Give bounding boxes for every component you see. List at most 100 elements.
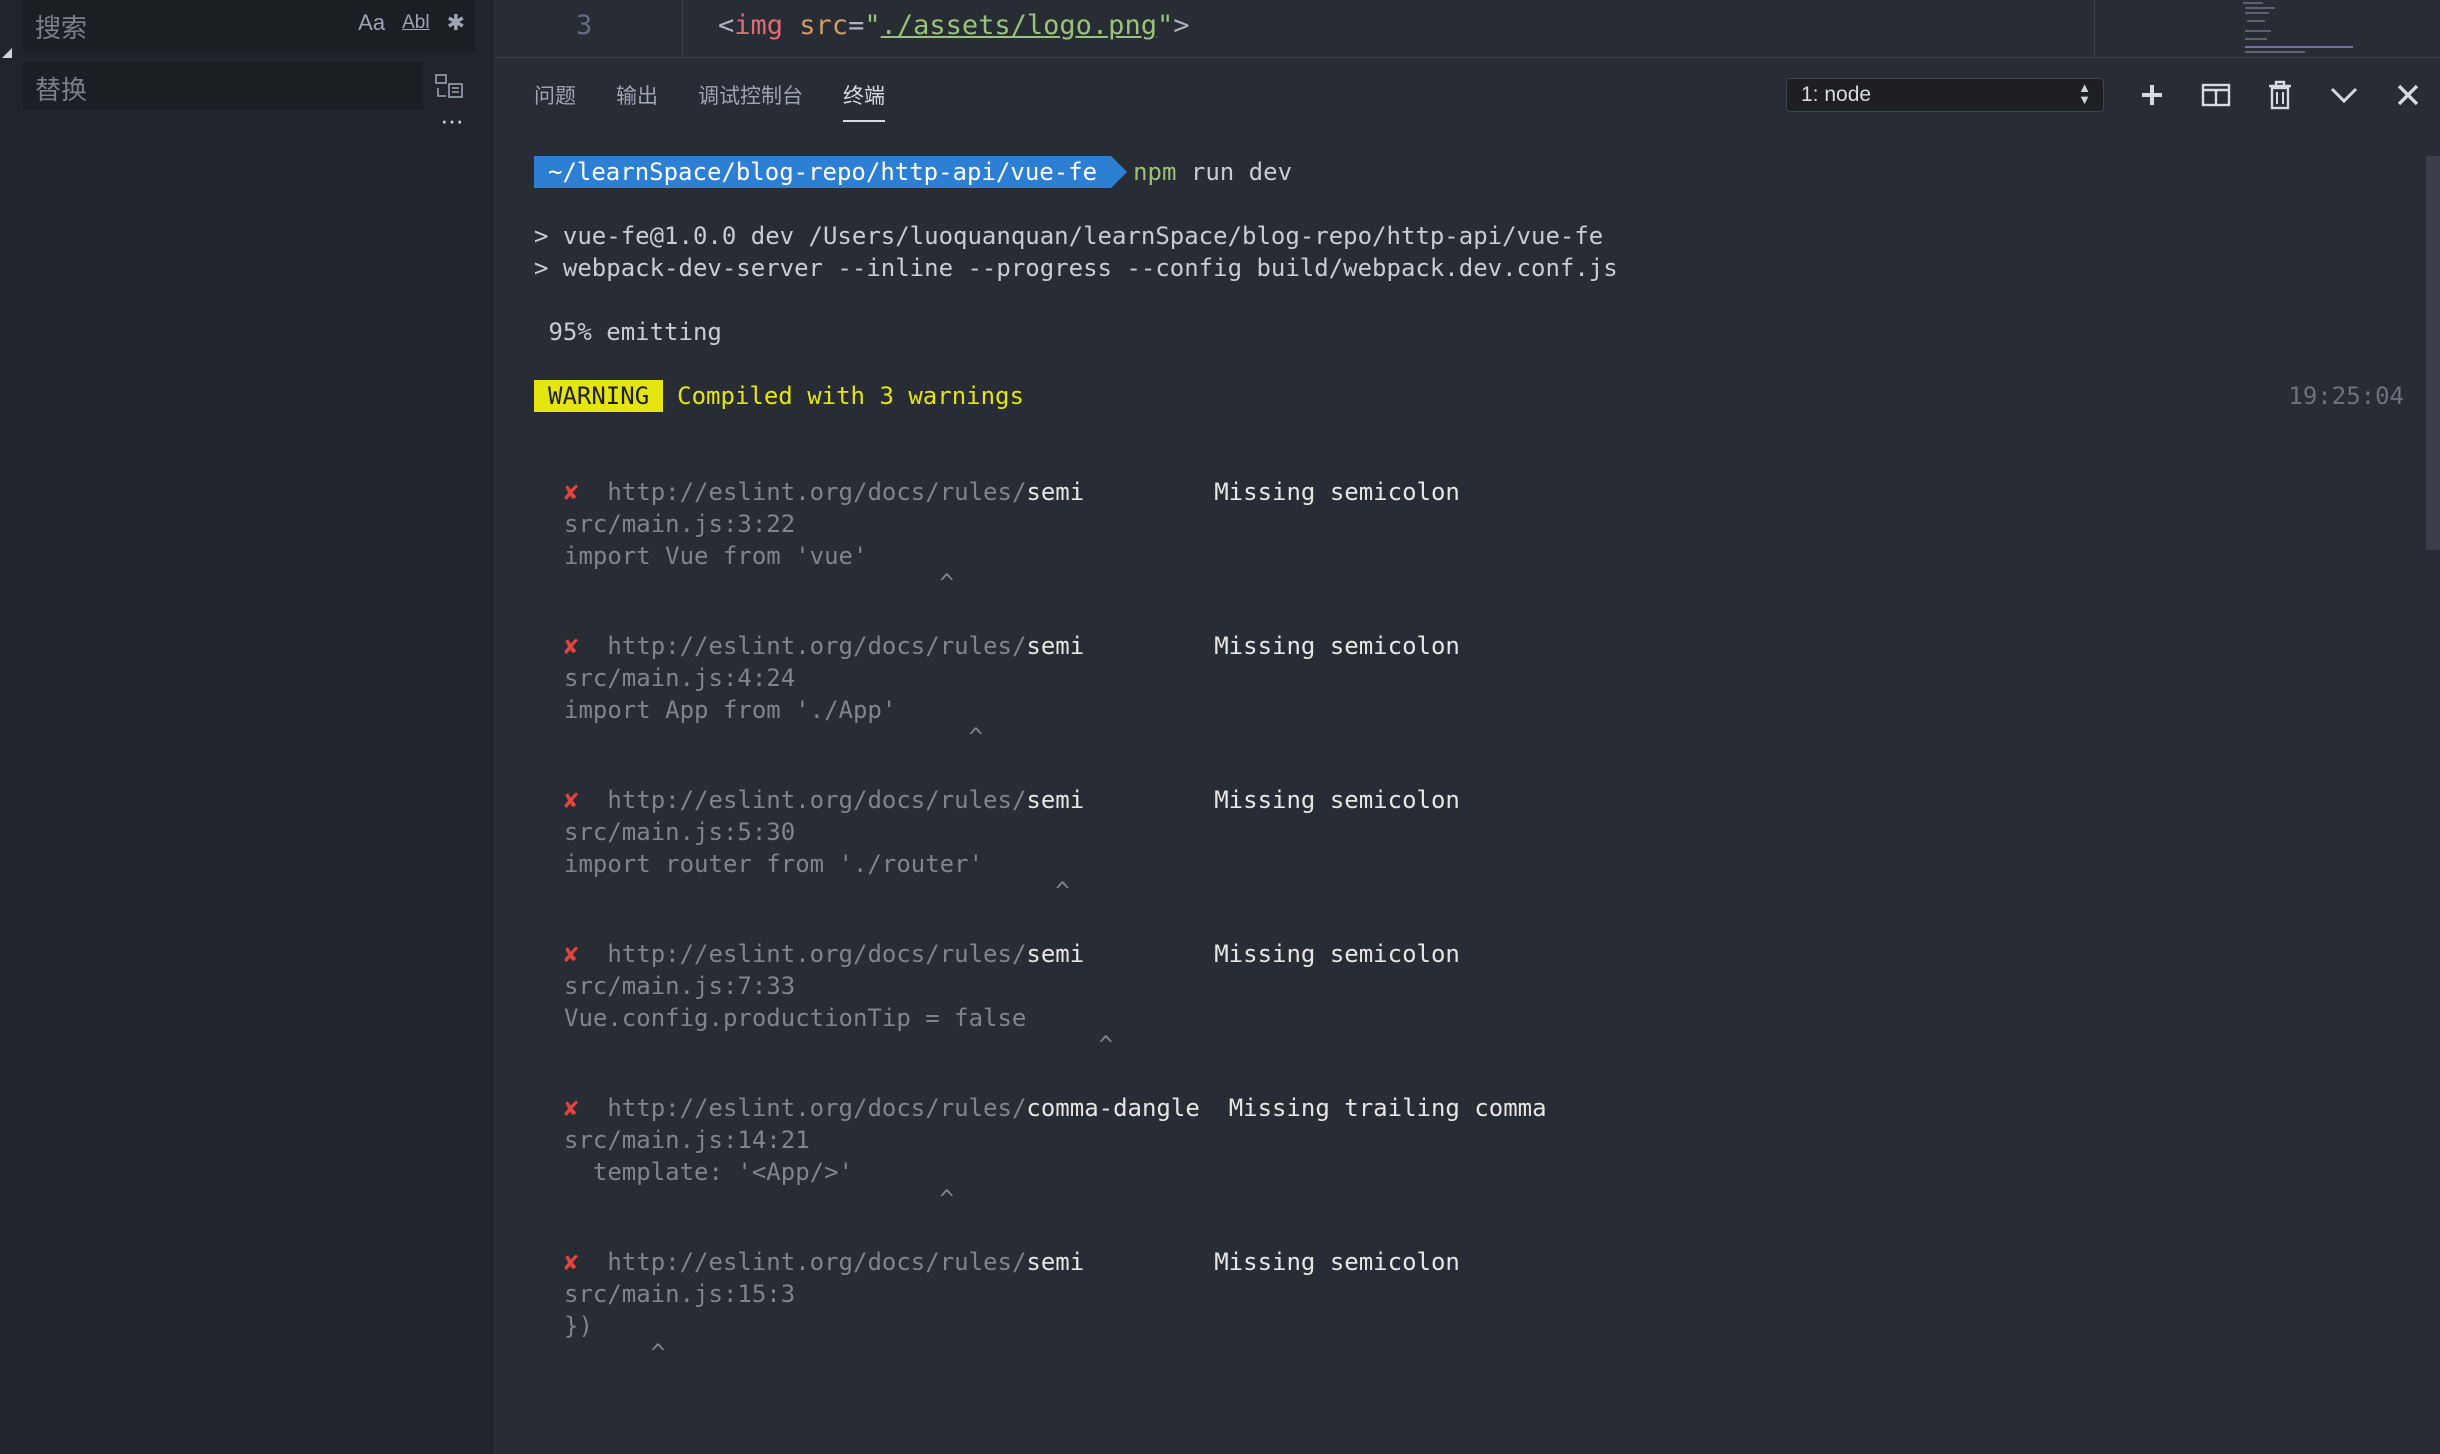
code-attr: src — [783, 10, 849, 41]
error-icon: ✘ — [564, 478, 579, 506]
lint-error: ✘ http://eslint.org/docs/rules/semi Miss… — [534, 630, 2404, 749]
error-code: }) — [564, 1312, 593, 1340]
terminal-select-value: 1: node — [1801, 83, 1872, 106]
error-message: Missing semicolon — [1214, 632, 1460, 660]
minimap-line — [2245, 12, 2269, 14]
error-message: Missing semicolon — [1214, 786, 1460, 814]
search-placeholder: 搜索 — [35, 14, 88, 44]
lint-error: ✘ http://eslint.org/docs/rules/semi Miss… — [534, 938, 2404, 1059]
error-code: template: '<App/>' — [564, 1158, 853, 1186]
rule-name: semi — [1026, 632, 1085, 660]
warning-line: WARNING Compiled with 3 warnings 19:25:04 — [534, 380, 2404, 412]
indent-guide — [682, 0, 683, 58]
split-icon[interactable] — [2198, 78, 2234, 112]
replace-toggle-icon[interactable] — [2, 48, 12, 58]
search-sidebar: 搜索 Aa Abl ✱ 替换 ··· — [0, 0, 494, 1454]
prompt-path: ~/learnSpace/blog-repo/http-api/vue-fe — [534, 156, 1128, 188]
error-location: src/main.js:15:3 — [564, 1280, 796, 1308]
code-path-link[interactable]: ./assets/logo.png — [881, 10, 1157, 41]
replace-placeholder: 替换 — [35, 76, 88, 106]
trash-icon[interactable] — [2262, 78, 2298, 112]
code-punct: = — [848, 10, 865, 41]
error-caret: ^ — [564, 1339, 666, 1367]
match-case-toggle[interactable]: Aa — [358, 10, 385, 36]
regex-toggle[interactable]: ✱ — [447, 10, 465, 36]
rule-name: comma-dangle — [1026, 1094, 1200, 1122]
timestamp: 19:25:04 — [2288, 382, 2404, 410]
lint-error: ✘ http://eslint.org/docs/rules/semi Miss… — [534, 476, 2404, 597]
code-punct: > — [1173, 10, 1190, 41]
minimap-line — [2245, 38, 2267, 40]
error-message: Missing semicolon — [1214, 478, 1460, 506]
tab-problems[interactable]: 问题 — [534, 80, 576, 122]
pad — [1084, 786, 1214, 814]
code-line[interactable]: <img src="./assets/logo.png"> — [718, 10, 1189, 41]
error-caret: ^ — [564, 1185, 955, 1213]
error-icon: ✘ — [564, 1248, 579, 1276]
pad — [1084, 940, 1214, 968]
editor-area: 3 <img src="./assets/logo.png"> — [494, 0, 2440, 58]
search-options: Aa Abl ✱ — [358, 10, 465, 36]
pad — [1084, 1248, 1214, 1276]
error-code: import Vue from 'vue' — [564, 542, 868, 570]
whole-word-toggle[interactable]: Abl — [401, 11, 430, 35]
more-icon[interactable]: ··· — [440, 107, 464, 133]
rule-url[interactable]: http://eslint.org/docs/rules/ — [607, 1248, 1026, 1276]
error-location: src/main.js:3:22 — [564, 510, 796, 538]
close-icon[interactable] — [2390, 78, 2426, 112]
pad — [1084, 478, 1214, 506]
rule-name: semi — [1026, 1248, 1085, 1276]
lint-error: ✘ http://eslint.org/docs/rules/semi Miss… — [534, 784, 2404, 905]
rule-url[interactable]: http://eslint.org/docs/rules/ — [607, 632, 1026, 660]
error-message: Missing semicolon — [1214, 940, 1460, 968]
panel-actions — [2134, 78, 2426, 112]
error-icon: ✘ — [564, 1094, 579, 1122]
error-icon: ✘ — [564, 940, 579, 968]
replace-input[interactable]: 替换 — [23, 62, 423, 110]
script-line: > vue-fe@1.0.0 dev /Users/luoquanquan/le… — [534, 222, 1604, 250]
error-code: import App from './App' — [564, 696, 897, 724]
minimap-line — [2243, 2, 2263, 4]
minimap-line — [2247, 20, 2265, 22]
rule-url[interactable]: http://eslint.org/docs/rules/ — [607, 940, 1026, 968]
lint-error: ✘ http://eslint.org/docs/rules/semi Miss… — [534, 1246, 2404, 1367]
rule-name: semi — [1026, 786, 1085, 814]
error-message: Missing trailing comma — [1228, 1094, 1547, 1122]
terminal-select[interactable]: 1: node ▲ ▼ — [1786, 78, 2104, 112]
prompt-command-bin: npm — [1133, 158, 1177, 186]
rule-url[interactable]: http://eslint.org/docs/rules/ — [607, 786, 1026, 814]
search-input[interactable]: 搜索 Aa Abl ✱ — [23, 0, 475, 52]
tab-debug-console[interactable]: 调试控制台 — [698, 80, 803, 122]
warning-badge: WARNING — [534, 380, 664, 412]
line-number: 3 — [576, 10, 593, 41]
select-arrows-icon: ▲ ▼ — [2078, 80, 2091, 107]
code-punct: < — [718, 10, 735, 41]
warning-text: Compiled with 3 warnings — [677, 382, 1024, 410]
code-quote: " — [864, 10, 881, 41]
panel-tabs: 问题 输出 调试控制台 终端 — [534, 80, 885, 122]
tab-terminal[interactable]: 终端 — [843, 80, 885, 122]
terminal-output[interactable]: ~/learnSpace/blog-repo/http-api/vue-fe np… — [534, 156, 2404, 1400]
pad — [1084, 632, 1214, 660]
pad — [1200, 1094, 1229, 1122]
error-caret: ^ — [564, 569, 955, 597]
terminal-scrollbar[interactable] — [2426, 156, 2440, 550]
error-location: src/main.js:14:21 — [564, 1126, 810, 1154]
error-icon: ✘ — [564, 632, 579, 660]
minimap-line — [2245, 30, 2271, 32]
prompt-line: ~/learnSpace/blog-repo/http-api/vue-fe np… — [534, 156, 2404, 188]
error-location: src/main.js:5:30 — [564, 818, 796, 846]
replace-all-icon[interactable] — [434, 72, 464, 102]
minimap[interactable] — [2094, 0, 2440, 58]
chevron-down-icon[interactable] — [2326, 78, 2362, 112]
error-caret: ^ — [564, 877, 1070, 905]
code-tag: img — [734, 10, 784, 41]
rule-url[interactable]: http://eslint.org/docs/rules/ — [607, 478, 1026, 506]
plus-icon[interactable] — [2134, 78, 2170, 112]
rule-url[interactable]: http://eslint.org/docs/rules/ — [607, 1094, 1026, 1122]
error-caret: ^ — [564, 1031, 1114, 1059]
tab-output[interactable]: 输出 — [616, 80, 658, 122]
minimap-line — [2245, 51, 2305, 53]
error-icon: ✘ — [564, 786, 579, 814]
bottom-panel: 问题 输出 调试控制台 终端 1: node ▲ ▼ ~/learnSpace/b… — [494, 58, 2440, 1454]
